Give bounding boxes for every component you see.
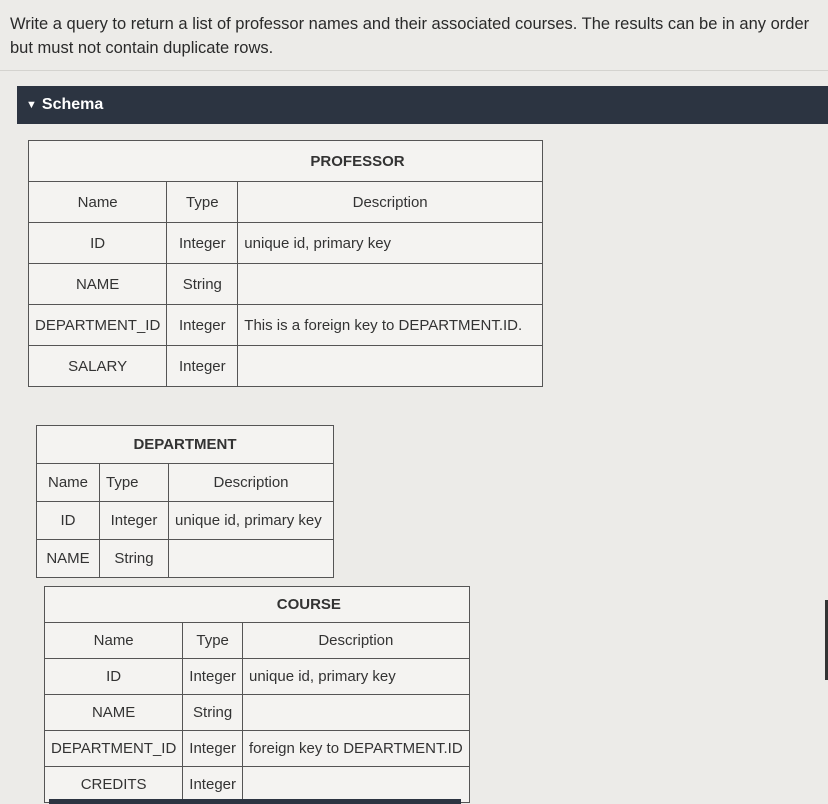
field-name: NAME bbox=[36, 539, 100, 578]
field-description: unique id, primary key bbox=[237, 222, 543, 264]
field-type: Integer bbox=[166, 222, 239, 264]
table-row: DEPARTMENT_ID Integer foreign key to DEP… bbox=[43, 730, 470, 767]
field-name: ID bbox=[27, 222, 168, 264]
table-row: NAME String bbox=[27, 263, 543, 305]
schema-label: Schema bbox=[41, 96, 104, 113]
field-type: Integer bbox=[166, 304, 239, 346]
table-row: CREDITS Integer bbox=[43, 766, 470, 803]
field-type: Integer bbox=[182, 766, 243, 803]
professor-table: PROFESSOR Name Type Description ID Integ… bbox=[27, 140, 543, 387]
field-type: Integer bbox=[182, 730, 243, 767]
column-header: Type bbox=[166, 181, 239, 223]
column-header: Description bbox=[237, 181, 543, 223]
column-header: Type bbox=[99, 463, 169, 502]
field-description: unique id, primary key bbox=[168, 501, 334, 540]
field-description bbox=[242, 694, 470, 731]
field-type: Integer bbox=[166, 345, 239, 387]
field-description: foreign key to DEPARTMENT.ID bbox=[242, 730, 470, 767]
field-description bbox=[237, 263, 543, 305]
table-row: ID Integer unique id, primary key bbox=[43, 658, 470, 695]
field-name: CREDITS bbox=[43, 766, 184, 803]
table-row: ID Integer unique id, primary key bbox=[27, 222, 543, 264]
field-description bbox=[242, 766, 470, 803]
table-title: DEPARTMENT bbox=[36, 425, 334, 464]
field-name: ID bbox=[36, 501, 100, 540]
table-row: ID Integer unique id, primary key bbox=[36, 501, 334, 540]
table-title: PROFESSOR bbox=[28, 140, 543, 182]
schema-toggle[interactable]: ▼ Schema bbox=[17, 86, 828, 124]
question-prompt: Write a query to return a list of profes… bbox=[10, 15, 810, 57]
field-description bbox=[237, 345, 543, 387]
column-header: Name bbox=[36, 463, 100, 502]
department-table: DEPARTMENT Name Type Description ID Inte… bbox=[36, 425, 334, 578]
field-name: DEPARTMENT_ID bbox=[27, 304, 168, 346]
field-description bbox=[168, 539, 334, 578]
caret-down-icon: ▼ bbox=[26, 99, 37, 111]
column-header: Name bbox=[43, 622, 184, 659]
field-name: NAME bbox=[27, 263, 168, 305]
field-type: String bbox=[182, 694, 243, 731]
field-description: unique id, primary key bbox=[242, 658, 470, 695]
field-type: String bbox=[99, 539, 169, 578]
field-type: Integer bbox=[182, 658, 243, 695]
field-type: String bbox=[166, 263, 239, 305]
next-table-edge bbox=[49, 799, 461, 804]
table-row: DEPARTMENT_ID Integer This is a foreign … bbox=[27, 304, 543, 346]
column-header: Name bbox=[27, 181, 168, 223]
divider bbox=[0, 70, 828, 71]
table-title: COURSE bbox=[44, 586, 470, 623]
table-row: NAME String bbox=[43, 694, 470, 731]
field-name: DEPARTMENT_ID bbox=[43, 730, 184, 767]
column-header: Description bbox=[168, 463, 334, 502]
field-name: ID bbox=[43, 658, 184, 695]
course-table: COURSE Name Type Description ID Integer … bbox=[43, 586, 470, 803]
column-header: Description bbox=[242, 622, 470, 659]
table-row: NAME String bbox=[36, 539, 334, 578]
column-header: Type bbox=[182, 622, 243, 659]
field-name: SALARY bbox=[27, 345, 168, 387]
field-type: Integer bbox=[99, 501, 169, 540]
table-row: SALARY Integer bbox=[27, 345, 543, 387]
field-name: NAME bbox=[43, 694, 184, 731]
field-description: This is a foreign key to DEPARTMENT.ID. bbox=[237, 304, 543, 346]
